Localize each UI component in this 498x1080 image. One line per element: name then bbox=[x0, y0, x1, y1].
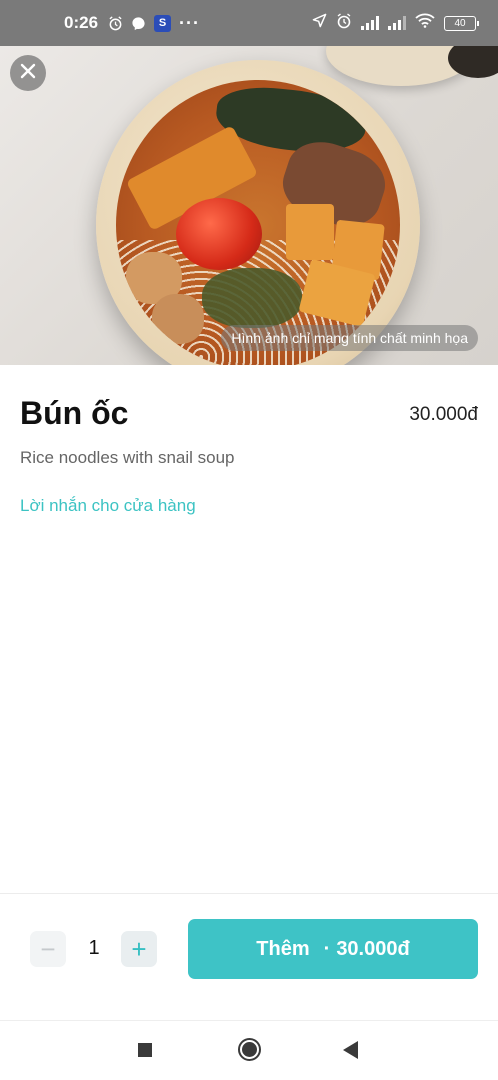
location-arrow-icon bbox=[312, 13, 327, 33]
product-price: 30.000đ bbox=[409, 404, 478, 425]
app-icon: S bbox=[154, 14, 172, 32]
wifi-icon bbox=[415, 13, 435, 33]
add-button-price: 30.000đ bbox=[336, 937, 410, 960]
increase-quantity-button[interactable]: + bbox=[121, 931, 157, 967]
crab-paste-image bbox=[152, 294, 204, 344]
navigation-bar bbox=[0, 1021, 498, 1080]
recents-square-icon[interactable] bbox=[138, 1043, 152, 1057]
image-caption: Hình ảnh chỉ mang tính chất minh họa bbox=[221, 325, 478, 351]
decrease-quantity-button[interactable]: − bbox=[30, 931, 66, 967]
greens-image bbox=[202, 268, 302, 328]
status-time: 0:26 bbox=[64, 13, 99, 32]
store-note-link[interactable]: Lời nhắn cho cửa hàng bbox=[20, 496, 196, 516]
status-bar: 0:26 S ··· 40 bbox=[0, 0, 498, 46]
alarm-icon bbox=[108, 15, 123, 31]
tofu-image bbox=[286, 204, 334, 260]
messenger-icon bbox=[131, 16, 146, 31]
more-dots-icon: ··· bbox=[179, 12, 201, 33]
back-triangle-icon[interactable] bbox=[343, 1041, 358, 1059]
add-button-separator: · bbox=[323, 937, 331, 960]
product-name: Bún ốc bbox=[20, 395, 129, 431]
product-image bbox=[0, 46, 498, 365]
divider bbox=[0, 893, 498, 894]
signal-icon bbox=[361, 16, 379, 30]
close-button[interactable] bbox=[10, 55, 46, 91]
alarm-icon bbox=[336, 12, 352, 34]
signal-icon bbox=[388, 16, 406, 30]
add-button-label: Thêm bbox=[256, 937, 310, 960]
battery-icon: 40 bbox=[444, 15, 479, 31]
product-description: Rice noodles with snail soup bbox=[20, 448, 235, 467]
quantity-value: 1 bbox=[88, 937, 100, 959]
close-icon bbox=[19, 62, 37, 85]
plus-icon: + bbox=[131, 934, 147, 964]
minus-icon: − bbox=[40, 934, 56, 964]
tomato-image bbox=[176, 198, 262, 270]
soup-image bbox=[116, 80, 400, 365]
add-to-cart-button[interactable]: Thêm · 30.000đ bbox=[188, 919, 478, 979]
home-circle-icon[interactable] bbox=[238, 1038, 261, 1061]
